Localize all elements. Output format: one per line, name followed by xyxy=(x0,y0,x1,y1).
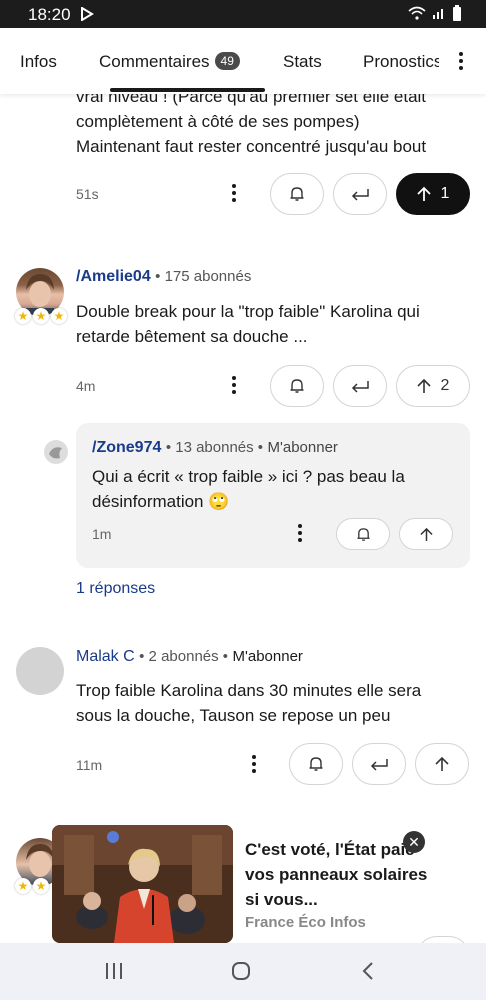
star-icon: ★ xyxy=(15,878,31,894)
comment-header: /Amelie04 • 175 abonnés xyxy=(76,268,251,286)
upvote-count: 1 xyxy=(440,185,450,202)
star-icon: ★ xyxy=(51,308,67,324)
reply-text-line: Qui a écrit « trop faible » ici ? pas be… xyxy=(92,467,405,486)
follow-link[interactable]: M'abonner xyxy=(233,648,303,665)
comments-count-badge: 49 xyxy=(214,52,240,70)
comment-text-line: sous la douche, Tauson se repose un peu xyxy=(76,706,391,725)
tab-bar: Infos Commentaires 49 Stats Pronostics xyxy=(0,28,486,94)
comment-text-line: Double break pour la "trop faible" Karol… xyxy=(76,302,420,321)
subscriber-count: • 13 abonnés • xyxy=(165,439,264,456)
ad-image xyxy=(52,825,233,943)
bell-icon xyxy=(356,527,370,541)
avatar-image xyxy=(44,440,68,464)
user-rank-stars: ★ ★ xyxy=(15,878,49,894)
more-options-icon[interactable] xyxy=(232,376,236,394)
avatar[interactable] xyxy=(44,440,68,464)
reply-text-line: désinformation 🙄 xyxy=(92,489,405,514)
reply-text-segment: désinformation xyxy=(92,492,204,511)
reply-button[interactable] xyxy=(333,365,387,407)
bell-icon xyxy=(290,187,304,201)
home-icon[interactable] xyxy=(231,961,251,981)
reply-icon xyxy=(351,189,369,201)
system-nav-bar xyxy=(0,943,486,1000)
comment-time: 51s xyxy=(76,186,99,202)
arrow-up-icon xyxy=(416,186,431,201)
play-icon xyxy=(81,7,94,21)
status-time: 18:20 xyxy=(28,5,71,24)
back-icon[interactable] xyxy=(361,961,375,981)
author-name[interactable]: /Zone974 xyxy=(92,439,161,456)
upvote-button[interactable] xyxy=(399,518,453,550)
tab-comments[interactable]: Commentaires 49 xyxy=(99,52,240,72)
notify-button[interactable] xyxy=(270,173,324,215)
wifi-icon xyxy=(408,6,426,20)
more-options-icon[interactable] xyxy=(232,184,236,202)
reply-button[interactable] xyxy=(333,173,387,215)
comment-text-line: retarde bêtement sa douche ... xyxy=(76,327,308,346)
comment-text-line: Trop faible Karolina dans 30 minutes ell… xyxy=(76,681,422,700)
comment-text: Double break pour la "trop faible" Karol… xyxy=(76,299,420,349)
more-menu-icon[interactable] xyxy=(458,52,464,70)
comment-text: Trop faible Karolina dans 30 minutes ell… xyxy=(76,678,421,728)
reply-text: Qui a écrit « trop faible » ici ? pas be… xyxy=(92,464,405,514)
notify-button[interactable] xyxy=(270,365,324,407)
ad-banner[interactable]: C'est voté, l'État paie vos panneaux sol… xyxy=(52,825,432,945)
avatar[interactable] xyxy=(16,647,64,695)
tab-infos[interactable]: Infos xyxy=(20,52,57,72)
bell-icon xyxy=(290,379,304,393)
star-icon: ★ xyxy=(33,878,49,894)
reply-icon xyxy=(351,381,369,393)
recent-apps-icon[interactable] xyxy=(104,962,124,980)
close-icon[interactable]: ✕ xyxy=(403,831,425,853)
notify-button[interactable] xyxy=(289,743,343,785)
arrow-up-icon xyxy=(435,756,449,771)
battery-icon xyxy=(453,5,461,21)
reply-icon xyxy=(370,759,388,771)
active-tab-indicator xyxy=(110,88,265,92)
comment-time: 11m xyxy=(76,757,103,773)
notify-button[interactable] xyxy=(336,518,390,550)
bell-icon xyxy=(309,757,323,771)
star-icon: ★ xyxy=(15,308,31,324)
comment-text-line: complètement à côté de ses pompes) xyxy=(76,112,360,131)
upvote-button[interactable]: 2 xyxy=(396,365,470,407)
star-icon: ★ xyxy=(33,308,49,324)
subscriber-count: • 2 abonnés • xyxy=(139,648,229,665)
ad-title[interactable]: C'est voté, l'État paie vos panneaux sol… xyxy=(245,837,430,912)
reply-header: /Zone974 • 13 abonnés • M'abonner xyxy=(92,439,338,457)
tab-stats[interactable]: Stats xyxy=(283,52,322,72)
comment-time: 4m xyxy=(76,378,96,394)
reply-time: 1m xyxy=(92,526,112,542)
upvote-button[interactable] xyxy=(415,743,469,785)
subscriber-count: • 175 abonnés xyxy=(155,268,252,285)
tab-pronostics[interactable]: Pronostics xyxy=(363,52,439,72)
show-replies-link[interactable]: 1 réponses xyxy=(76,580,155,598)
follow-link[interactable]: M'abonner xyxy=(268,439,338,456)
arrow-up-icon xyxy=(419,527,433,541)
reply-button[interactable] xyxy=(352,743,406,785)
comment-header: Malak C • 2 abonnés • M'abonner xyxy=(76,648,303,666)
status-bar: 18:20 xyxy=(0,0,486,28)
user-rank-stars: ★ ★ ★ xyxy=(15,308,67,324)
eye-roll-emoji: 🙄 xyxy=(208,492,230,511)
author-name[interactable]: Malak C xyxy=(76,648,135,665)
upvote-count: 2 xyxy=(440,377,450,394)
author-name[interactable]: /Amelie04 xyxy=(76,268,151,285)
more-options-icon[interactable] xyxy=(252,755,256,773)
signal-icon xyxy=(433,9,443,19)
tab-comments-label: Commentaires xyxy=(99,52,210,71)
ad-source: France Éco Infos xyxy=(245,914,366,931)
comment-text: vrai niveau ! (Parce qu'au premier set e… xyxy=(76,84,476,159)
comment-text-line: Maintenant faut rester concentré jusqu'a… xyxy=(76,137,427,156)
arrow-up-icon xyxy=(416,378,431,393)
upvote-button[interactable]: 1 xyxy=(396,173,470,215)
more-options-icon[interactable] xyxy=(298,524,302,542)
